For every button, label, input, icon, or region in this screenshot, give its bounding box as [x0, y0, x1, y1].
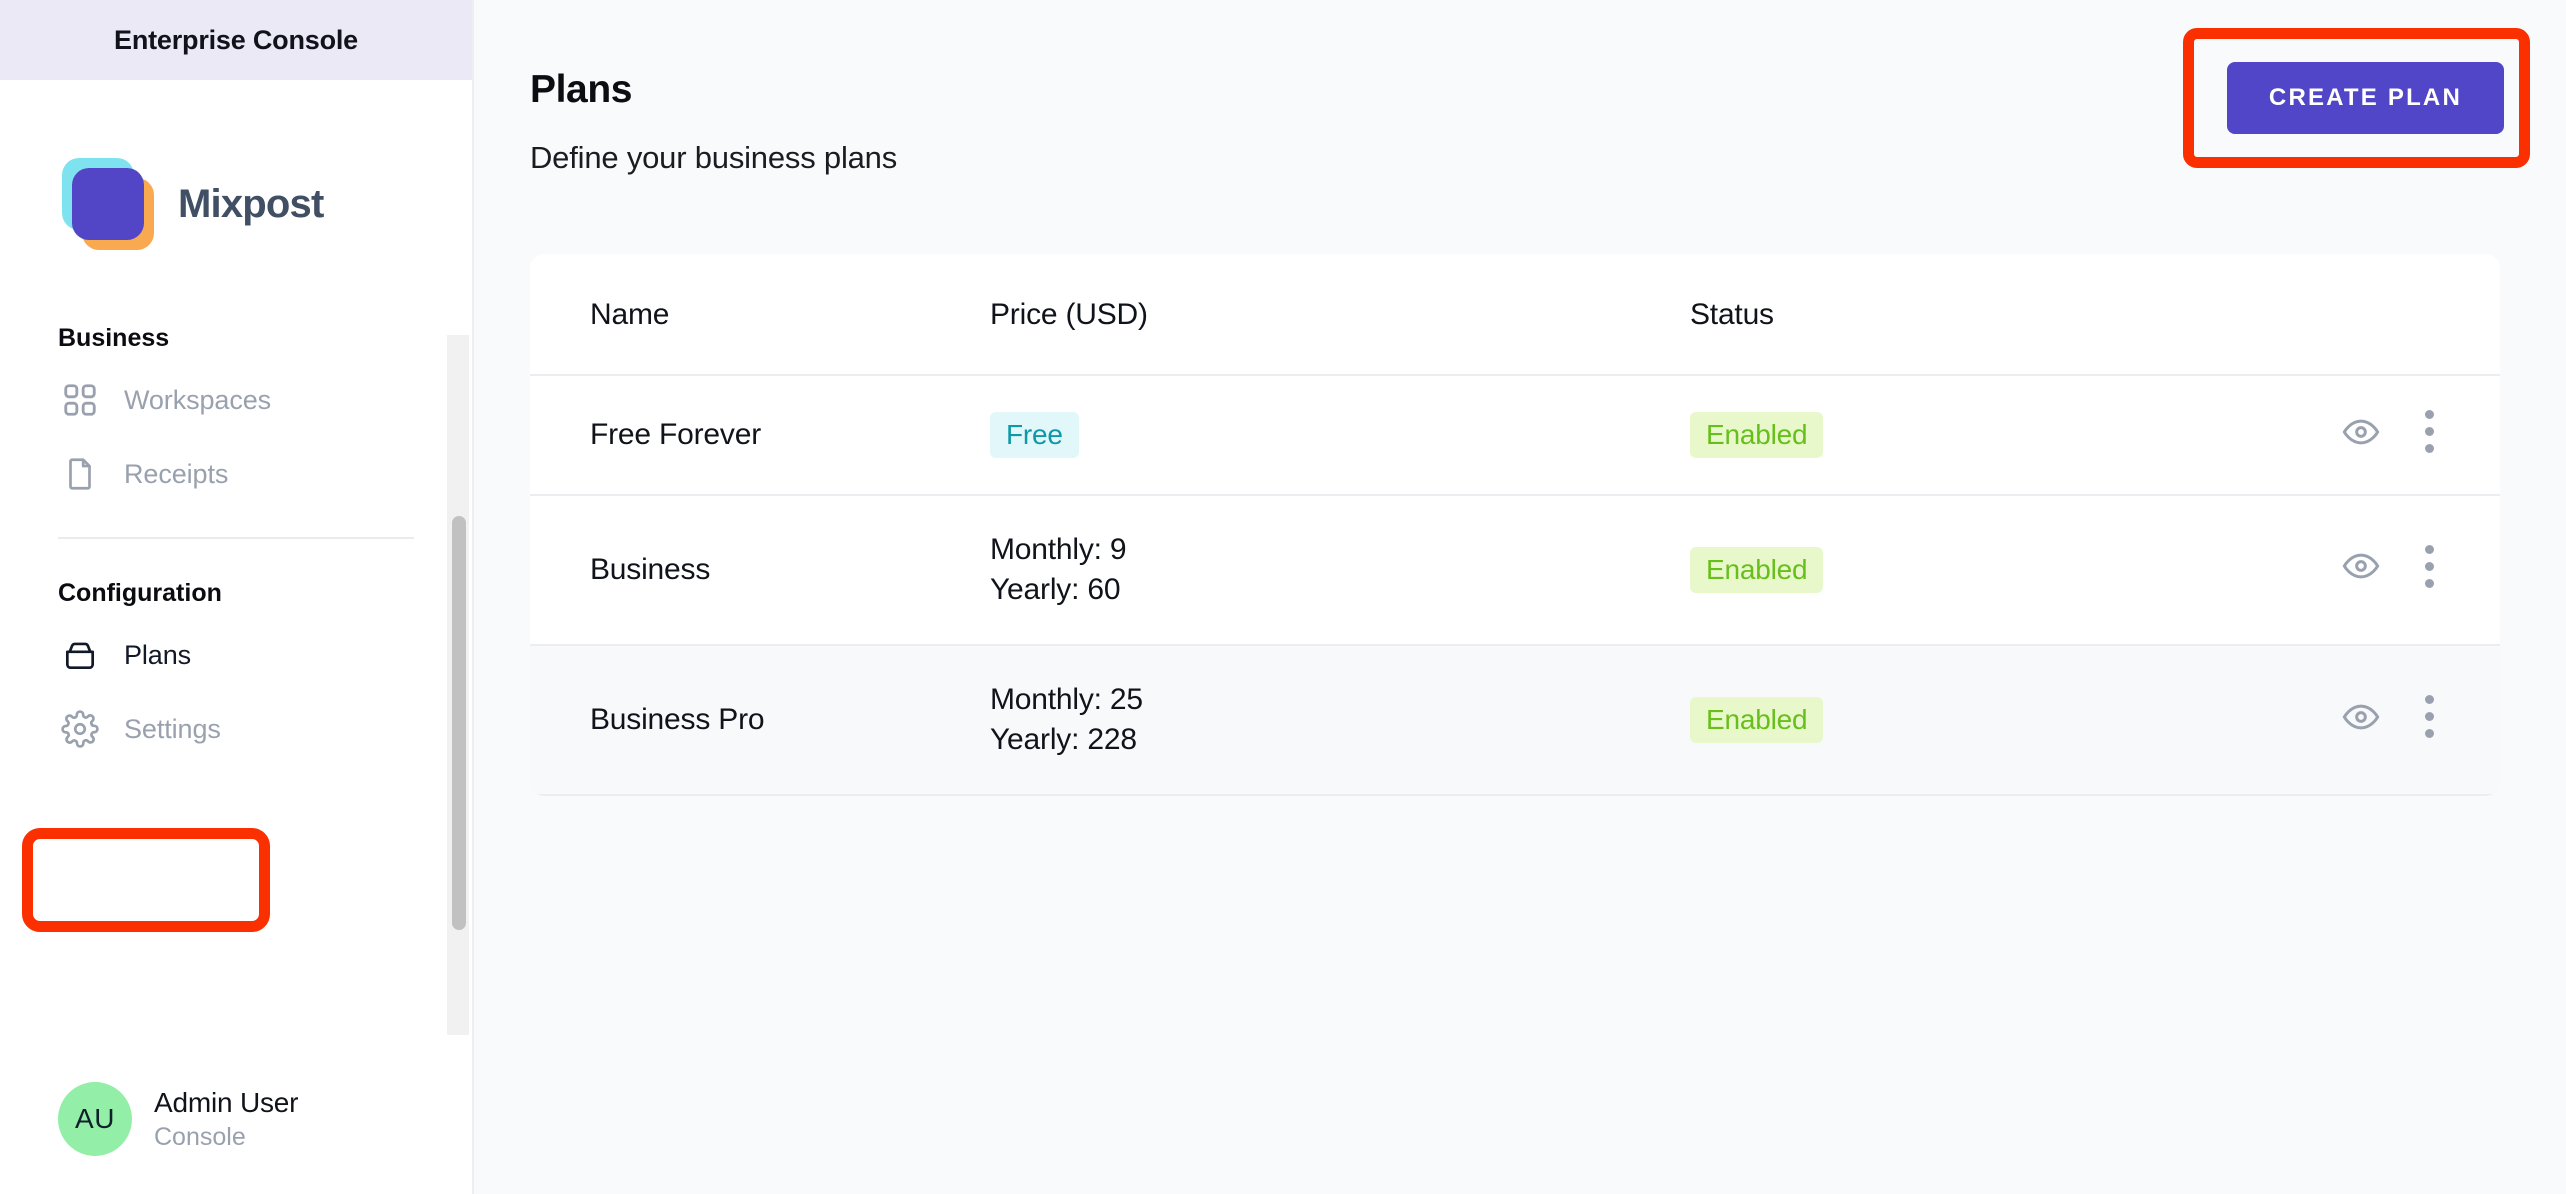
plans-table-card: Name Price (USD) Status Free Forever Fre…: [530, 254, 2500, 797]
sidebar-item-settings[interactable]: Settings: [0, 692, 472, 766]
cell-plan-price: Free: [990, 375, 1690, 496]
more-options-icon[interactable]: [2425, 544, 2434, 588]
eye-icon[interactable]: [2341, 546, 2381, 586]
cell-plan-actions: [2190, 644, 2500, 797]
logo-layer-purple: [72, 168, 144, 240]
cell-plan-status: Enabled: [1690, 644, 2190, 797]
price-yearly: Yearly: 60: [990, 572, 1121, 606]
sidebar-item-plans-label: Plans: [124, 639, 192, 670]
brand[interactable]: Mixpost: [62, 158, 472, 250]
status-badge: Enabled: [1690, 546, 1824, 593]
row-actions: [2341, 695, 2434, 739]
row-actions: [2341, 410, 2434, 453]
column-header-name: Name: [530, 254, 990, 376]
cell-plan-name: Free Forever: [530, 375, 990, 496]
page-header: Plans Define your business plans CREATE …: [530, 0, 2530, 176]
sidebar-item-workspaces-label: Workspaces: [124, 384, 272, 415]
annotation-highlight-plans: [22, 828, 270, 932]
table-header-row: Name Price (USD) Status: [530, 254, 2500, 376]
three-dots: [2425, 410, 2434, 453]
user-name: Admin User: [154, 1086, 299, 1118]
cell-plan-name: Business Pro: [530, 644, 990, 797]
price-badge-free: Free: [990, 411, 1079, 458]
more-options-icon[interactable]: [2425, 695, 2434, 739]
plans-table-head: Name Price (USD) Status: [530, 254, 2500, 376]
sidebar-item-settings-label: Settings: [124, 713, 221, 744]
create-plan-button[interactable]: CREATE PLAN: [2226, 62, 2504, 134]
sidebar-item-receipts-label: Receipts: [124, 458, 229, 489]
table-row[interactable]: Business Pro Monthly: 25 Yearly: 228 Ena…: [530, 644, 2500, 797]
sidebar-item-workspaces[interactable]: Workspaces: [0, 363, 472, 437]
price-monthly: Monthly: 25: [990, 682, 1143, 716]
sidebar-item-plans[interactable]: Plans: [0, 618, 472, 692]
eye-icon[interactable]: [2341, 412, 2381, 452]
cell-plan-price: Monthly: 9 Yearly: 60: [990, 494, 1690, 646]
sidebar-section-business: Business: [58, 324, 170, 352]
eye-icon[interactable]: [2341, 697, 2381, 737]
more-options-icon[interactable]: [2425, 410, 2434, 453]
row-actions: [2341, 544, 2434, 588]
three-dots: [2425, 695, 2434, 739]
cell-plan-actions: [2190, 494, 2500, 646]
status-badge: Enabled: [1690, 411, 1824, 458]
page-subtitle: Define your business plans: [530, 140, 898, 175]
plans-table: Name Price (USD) Status Free Forever Fre…: [530, 254, 2500, 797]
create-plan-wrapper: CREATE PLAN: [2182, 28, 2530, 168]
price-yearly: Yearly: 228: [990, 723, 1137, 757]
sidebar-divider: [58, 537, 414, 539]
status-badge: Enabled: [1690, 697, 1824, 744]
column-header-actions: [2190, 254, 2500, 376]
sidebar: Enterprise Console Mixpost Business Work…: [0, 0, 474, 1194]
user-profile[interactable]: AU Admin User Console: [58, 1082, 298, 1156]
sidebar-nav-configuration: Plans Settings: [0, 618, 472, 766]
page-title: Plans: [530, 68, 633, 111]
price-monthly: Monthly: 9: [990, 532, 1127, 566]
avatar: AU: [58, 1082, 132, 1156]
sidebar-nav-business: Workspaces Receipts: [0, 363, 472, 511]
page-header-text: Plans Define your business plans: [530, 68, 897, 176]
sidebar-scrollbar-thumb[interactable]: [452, 516, 466, 930]
brand-name: Mixpost: [178, 181, 324, 226]
cell-plan-name: Business: [530, 494, 990, 646]
cell-plan-actions: [2190, 375, 2500, 496]
app-root: Enterprise Console Mixpost Business Work…: [0, 0, 2566, 1194]
column-header-price: Price (USD): [990, 254, 1690, 376]
console-header-bar: Enterprise Console: [0, 0, 472, 80]
console-header-title: Enterprise Console: [114, 24, 358, 55]
sidebar-section-configuration: Configuration: [58, 579, 222, 607]
cell-plan-status: Enabled: [1690, 494, 2190, 646]
user-subtitle: Console: [154, 1122, 246, 1151]
table-row[interactable]: Business Monthly: 9 Yearly: 60 Enabled: [530, 494, 2500, 646]
three-dots: [2425, 544, 2434, 588]
column-header-status: Status: [1690, 254, 2190, 376]
user-profile-text: Admin User Console: [154, 1087, 298, 1152]
mixpost-logo-icon: [62, 158, 154, 250]
table-row[interactable]: Free Forever Free Enabled: [530, 375, 2500, 496]
cell-plan-status: Enabled: [1690, 375, 2190, 496]
cell-plan-price: Monthly: 25 Yearly: 228: [990, 644, 1690, 797]
sidebar-item-receipts[interactable]: Receipts: [0, 437, 472, 511]
document-icon: [58, 452, 102, 496]
main-content: Plans Define your business plans CREATE …: [474, 0, 2566, 1194]
box-icon: [58, 633, 102, 677]
gear-icon: [58, 707, 102, 751]
plans-table-body: Free Forever Free Enabled Business Month…: [530, 375, 2500, 797]
grid-icon: [58, 378, 102, 422]
